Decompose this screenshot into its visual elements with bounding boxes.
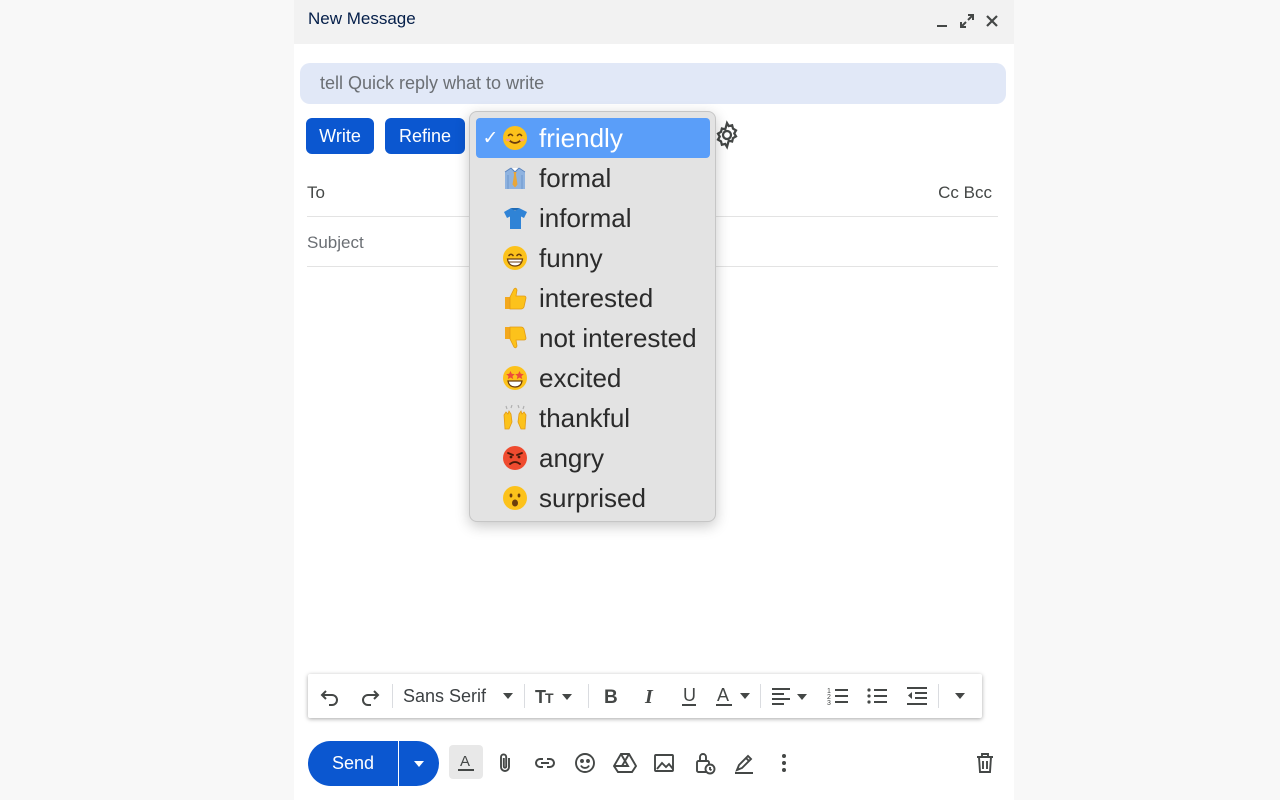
redo-icon[interactable]: [358, 684, 382, 708]
tone-option-interested[interactable]: interested: [476, 278, 710, 318]
tone-option-surprised[interactable]: surprised: [476, 478, 710, 518]
align-icon[interactable]: [770, 684, 812, 708]
attach-icon[interactable]: [490, 748, 520, 778]
toolbar-divider: [524, 684, 525, 708]
compose-title: New Message: [308, 9, 416, 28]
necktie-shirt-emoji-icon: [501, 164, 529, 192]
toolbar-divider: [588, 684, 589, 708]
bulleted-list-icon[interactable]: [865, 684, 889, 708]
refine-button[interactable]: Refine: [385, 118, 465, 154]
tone-label: formal: [539, 162, 612, 193]
insert-photo-icon[interactable]: [649, 748, 679, 778]
svg-text:B: B: [604, 687, 618, 706]
tone-label: thankful: [539, 402, 631, 433]
tone-label: surprised: [539, 482, 646, 513]
tone-option-excited[interactable]: excited: [476, 358, 710, 398]
tone-label: informal: [539, 202, 632, 233]
indent-less-icon[interactable]: [905, 684, 929, 708]
font-family-select[interactable]: Sans Serif: [403, 684, 493, 708]
tone-label: interested: [539, 282, 654, 313]
thumbs-up-emoji-icon: [501, 284, 529, 312]
tone-label: friendly: [539, 122, 623, 153]
formatting-toolbar: Sans Serif TT B I U A 123: [308, 674, 982, 718]
tone-label: excited: [539, 362, 622, 393]
tone-dropdown: ✓ friendly formal informal funny interes…: [469, 111, 716, 522]
quick-reply-input[interactable]: [320, 63, 990, 104]
undo-icon[interactable]: [318, 684, 342, 708]
tone-label: angry: [539, 442, 605, 473]
star-struck-emoji-icon: [501, 364, 529, 392]
write-button[interactable]: Write: [306, 118, 374, 154]
emoji-icon[interactable]: [570, 748, 600, 778]
italic-icon[interactable]: I: [638, 684, 662, 708]
text-size-icon[interactable]: TT: [534, 684, 578, 708]
drive-icon[interactable]: [610, 748, 640, 778]
minimize-icon[interactable]: [931, 10, 953, 32]
quick-reply-bar: [300, 63, 1006, 104]
send-button[interactable]: Send: [308, 741, 398, 786]
text-color-icon[interactable]: A: [714, 684, 754, 708]
tone-option-angry[interactable]: angry: [476, 438, 710, 478]
tone-option-formal[interactable]: formal: [476, 158, 710, 198]
toolbar-divider: [938, 684, 939, 708]
tone-label: not interested: [539, 322, 697, 353]
bold-icon[interactable]: B: [598, 684, 622, 708]
discard-trash-icon[interactable]: [970, 748, 1000, 778]
compose-window: New Message Write Refine To Cc Bcc Subje…: [294, 0, 1014, 800]
formatting-options-icon[interactable]: A: [449, 745, 483, 779]
svg-text:I: I: [644, 686, 654, 706]
cc-bcc-link[interactable]: Cc Bcc: [938, 183, 992, 203]
checkmark-icon: ✓: [482, 127, 499, 149]
thumbs-down-emoji-icon: [501, 324, 529, 352]
toolbar-divider: [760, 684, 761, 708]
svg-text:U: U: [683, 685, 696, 705]
tone-label: funny: [539, 242, 603, 273]
toolbar-divider: [392, 684, 393, 708]
tone-option-informal[interactable]: informal: [476, 198, 710, 238]
signature-pen-icon[interactable]: [729, 748, 759, 778]
angry-face-emoji-icon: [501, 444, 529, 472]
tone-option-funny[interactable]: funny: [476, 238, 710, 278]
font-dropdown-icon[interactable]: [500, 684, 516, 708]
expand-icon[interactable]: [956, 10, 978, 32]
link-icon[interactable]: [530, 748, 560, 778]
tone-option-not-interested[interactable]: not interested: [476, 318, 710, 358]
tone-option-thankful[interactable]: thankful: [476, 398, 710, 438]
to-label: To: [307, 183, 325, 202]
raising-hands-emoji-icon: [501, 404, 529, 432]
smiling-face-emoji-icon: [501, 124, 529, 152]
compose-header: New Message: [294, 0, 1014, 44]
tone-option-friendly[interactable]: ✓ friendly: [476, 118, 710, 158]
t-shirt-emoji-icon: [501, 204, 529, 232]
underline-icon[interactable]: U: [677, 684, 701, 708]
numbered-list-icon[interactable]: 123: [826, 684, 850, 708]
subject-placeholder: Subject: [307, 233, 364, 252]
more-options-icon[interactable]: [769, 748, 799, 778]
svg-text:3: 3: [827, 700, 831, 706]
svg-text:A: A: [717, 685, 729, 705]
svg-text:A: A: [460, 753, 470, 770]
grinning-face-emoji-icon: [501, 244, 529, 272]
chevron-down-icon: [414, 760, 424, 767]
svg-text:T: T: [545, 690, 554, 706]
more-formatting-icon[interactable]: [948, 684, 972, 708]
close-icon[interactable]: [981, 10, 1003, 32]
surprised-face-emoji-icon: [501, 484, 529, 512]
confidential-mode-icon[interactable]: [690, 748, 720, 778]
send-options-button[interactable]: [399, 741, 439, 786]
settings-gear-icon[interactable]: [712, 120, 742, 150]
